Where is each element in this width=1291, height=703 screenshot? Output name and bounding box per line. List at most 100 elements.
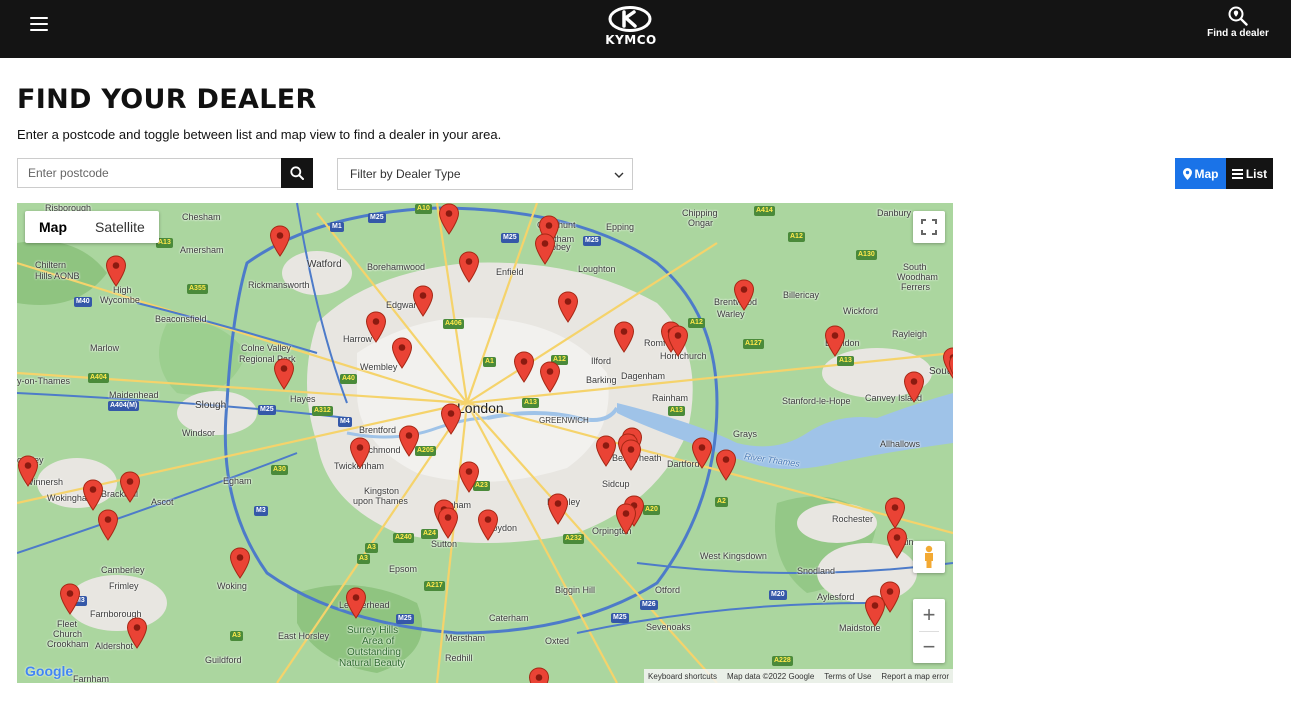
- map-pin-icon: [82, 479, 104, 511]
- map-label-amersham: Amersham: [180, 245, 224, 255]
- dealer-map-pin[interactable]: [691, 437, 713, 469]
- dealer-map-pin[interactable]: [97, 509, 119, 541]
- dealer-map-pin[interactable]: [534, 233, 556, 265]
- dealer-map-pin[interactable]: [733, 279, 755, 311]
- road-shield-a2: A2: [715, 497, 728, 507]
- dealer-map-pin[interactable]: [17, 455, 39, 487]
- dealer-map-pin[interactable]: [345, 587, 367, 619]
- zoom-in-button[interactable]: +: [913, 599, 945, 631]
- map-type-map-button[interactable]: Map: [25, 211, 81, 243]
- map-label-brentford: Brentford: [359, 425, 397, 435]
- dealer-map-pin[interactable]: [824, 325, 846, 357]
- map-label-east-horsley: East Horsley: [278, 631, 330, 641]
- dealer-map-pin[interactable]: [667, 325, 689, 357]
- map-pin-icon: [269, 225, 291, 257]
- dealer-map-pin[interactable]: [948, 353, 953, 385]
- map-pin-icon: [539, 361, 561, 393]
- street-view-pegman[interactable]: [913, 541, 945, 573]
- map-label-sevenoaks: Sevenoaks: [646, 622, 691, 632]
- dealer-map-pin[interactable]: [438, 203, 460, 235]
- map-pin-icon: [437, 507, 459, 539]
- dealer-map-pin[interactable]: [864, 595, 886, 627]
- map-type-satellite-button[interactable]: Satellite: [81, 211, 159, 243]
- postcode-search-button[interactable]: [281, 158, 313, 188]
- terms-of-use-link[interactable]: Terms of Use: [824, 672, 871, 681]
- dealer-map-pin[interactable]: [273, 358, 295, 390]
- dealer-map-pin[interactable]: [126, 617, 148, 649]
- dealer-map-pin[interactable]: [715, 449, 737, 481]
- dealer-map-pin[interactable]: [615, 503, 637, 535]
- road-shield-a414: A414: [754, 206, 775, 216]
- map-label-rickmansworth: Rickmansworth: [248, 280, 310, 290]
- dealer-map-pin[interactable]: [547, 493, 569, 525]
- map-label-merstham: Merstham: [445, 633, 486, 643]
- map-label-hills-aonb: Hills AONB: [35, 271, 80, 281]
- dealer-map-pin[interactable]: [437, 507, 459, 539]
- map-pin-icon: [547, 493, 569, 525]
- map-pin-icon: [477, 509, 499, 541]
- dealer-map-pin[interactable]: [458, 461, 480, 493]
- keyboard-shortcuts-link[interactable]: Keyboard shortcuts: [648, 672, 717, 681]
- dealer-map-pin[interactable]: [59, 583, 81, 615]
- map-pin-icon: [824, 325, 846, 357]
- map-label-wickford: Wickford: [843, 306, 879, 316]
- google-logo[interactable]: Google: [25, 663, 73, 679]
- dealer-map-pin[interactable]: [613, 321, 635, 353]
- map-label-crookham: Crookham: [47, 639, 89, 649]
- road-shield-m20: M20: [769, 590, 787, 600]
- dealer-map-pin[interactable]: [398, 425, 420, 457]
- road-shield-m25-c: M25: [583, 236, 601, 246]
- dealer-map-pin[interactable]: [82, 479, 104, 511]
- map-label-aylesford: Aylesford: [817, 592, 855, 602]
- dealer-map-pin[interactable]: [119, 471, 141, 503]
- fullscreen-button[interactable]: [913, 211, 945, 243]
- map-pin-icon: [105, 255, 127, 287]
- zoom-control: + −: [913, 599, 945, 663]
- dealer-map-pin[interactable]: [513, 351, 535, 383]
- pegman-icon: [925, 545, 933, 568]
- dealer-map-pin[interactable]: [269, 225, 291, 257]
- dealer-map-pin[interactable]: [458, 251, 480, 283]
- map-label-snodland: Snodland: [797, 566, 836, 576]
- dealer-map-pin[interactable]: [440, 403, 462, 435]
- dealer-map-pin[interactable]: [412, 285, 434, 317]
- road-shield-a217: A217: [424, 581, 445, 591]
- kymco-logo[interactable]: KYMCO: [597, 6, 665, 47]
- dealer-map-pin[interactable]: [557, 291, 579, 323]
- dealer-map-pin[interactable]: [349, 437, 371, 469]
- report-map-error-link[interactable]: Report a map error: [881, 672, 949, 681]
- list-icon: [1231, 168, 1243, 179]
- dealer-map-pin[interactable]: [105, 255, 127, 287]
- dealer-map-pin[interactable]: [477, 509, 499, 541]
- road-shield-m25-b: M25: [501, 233, 519, 243]
- dealer-map-pin[interactable]: [620, 439, 642, 471]
- map-label-sidcup: Sidcup: [602, 479, 630, 489]
- list-view-toggle[interactable]: List: [1226, 158, 1273, 189]
- road-shield-a13-c: A13: [522, 398, 539, 408]
- dealer-map-pin[interactable]: [884, 497, 906, 529]
- dealer-map-pin[interactable]: [391, 337, 413, 369]
- map-pin-icon: [528, 667, 550, 683]
- zoom-out-button[interactable]: −: [913, 631, 945, 663]
- map-pin-icon: [365, 311, 387, 343]
- map-label-rayleigh: Rayleigh: [892, 329, 928, 339]
- dealer-map-pin[interactable]: [528, 667, 550, 683]
- dealer-map-pin[interactable]: [365, 311, 387, 343]
- map-pin-icon: [534, 233, 556, 265]
- map-view-toggle[interactable]: Map: [1175, 158, 1226, 189]
- road-shield-a312: A312: [312, 406, 333, 416]
- dealer-map-pin[interactable]: [539, 361, 561, 393]
- dealer-map-pin[interactable]: [595, 435, 617, 467]
- dealer-map-pin[interactable]: [903, 371, 925, 403]
- dealer-map[interactable]: London Risborough Chesham Amersham Chilt…: [17, 203, 953, 683]
- map-label-rochester: Rochester: [832, 514, 874, 524]
- dealer-map-pin[interactable]: [886, 527, 908, 559]
- map-data-text: Map data ©2022 Google: [726, 671, 815, 681]
- postcode-input[interactable]: [17, 158, 282, 188]
- dealer-map-pin[interactable]: [229, 547, 251, 579]
- dealer-type-filter[interactable]: Filter by Dealer Type: [337, 158, 633, 190]
- find-dealer-button[interactable]: Find a dealer: [1200, 6, 1276, 46]
- map-label-windsor: Windsor: [182, 428, 216, 438]
- map-pin-icon: [458, 251, 480, 283]
- menu-icon[interactable]: [30, 16, 50, 34]
